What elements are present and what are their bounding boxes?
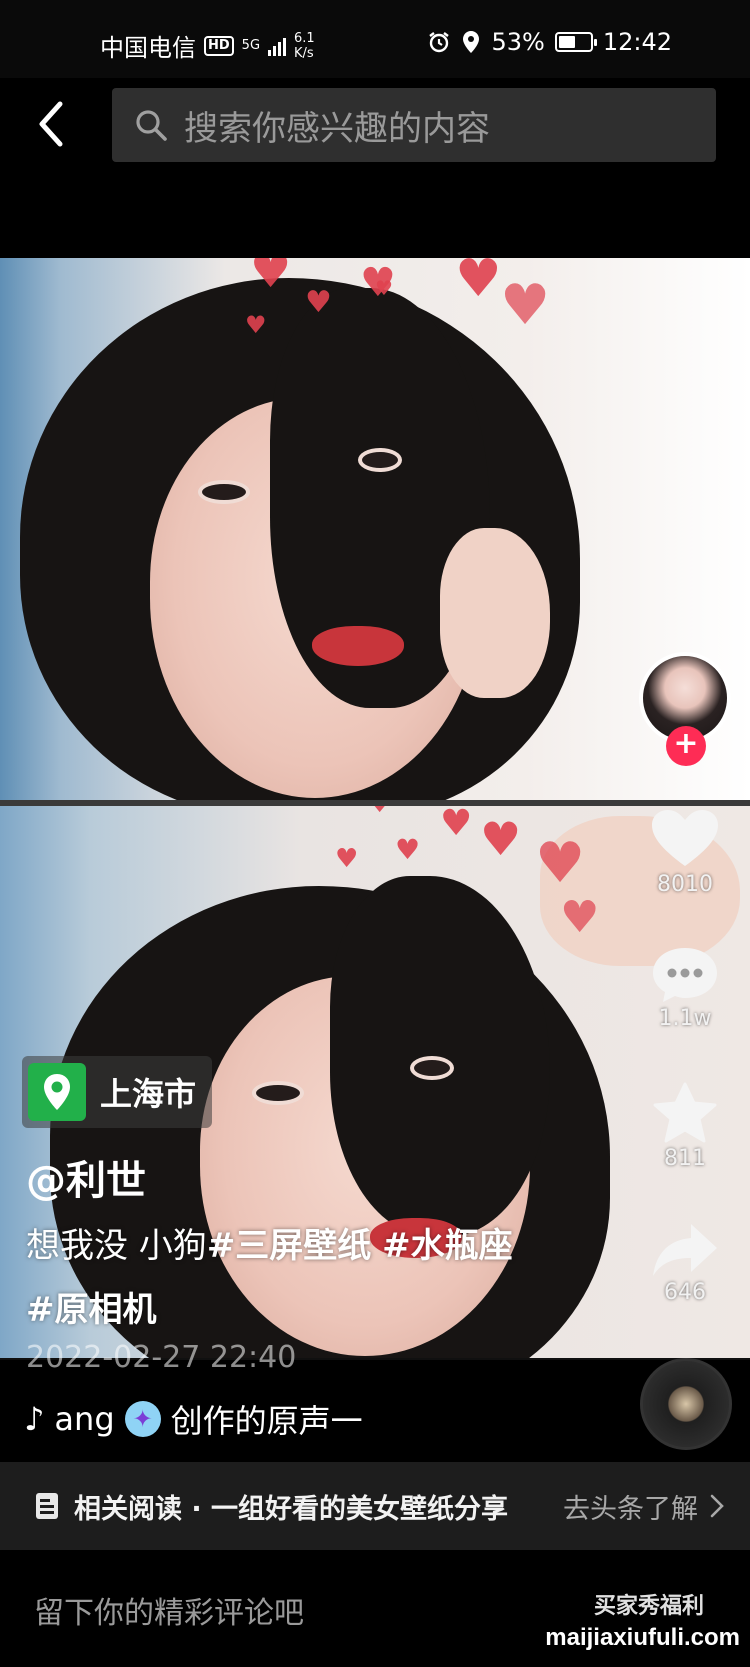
speed-unit: K/s	[294, 45, 314, 61]
hashtag[interactable]: #原相机	[26, 1290, 157, 1330]
status-bar-left: 中国电信 HD 5G 6.1 K/s	[100, 28, 315, 63]
music-note-icon: ♪	[24, 1400, 45, 1438]
comment-count: 1.1w	[658, 1006, 712, 1031]
share-button[interactable]: 646	[640, 1220, 730, 1305]
battery-fill	[558, 36, 575, 48]
search-icon	[136, 110, 167, 141]
related-link-label: 去头条了解	[563, 1493, 698, 1525]
favorite-count: 811	[664, 1146, 706, 1171]
watermark: 买家秀福利 maijiaxiufuli.com	[545, 1588, 740, 1652]
music-info[interactable]: ♪ ang ✦ 创作的原声一	[24, 1396, 363, 1442]
network-speed: 6.1 K/s	[294, 31, 315, 61]
location-status-icon	[463, 31, 480, 53]
chevron-right-icon	[710, 1494, 724, 1518]
author-name[interactable]: @利世	[26, 1148, 146, 1206]
back-arrow-icon	[39, 101, 63, 147]
caption-text: 想我没 小狗	[26, 1226, 207, 1266]
status-bar-right: 53% 12:42	[427, 28, 672, 56]
post-caption: 想我没 小狗#三屏壁纸 #水瓶座 #原相机	[26, 1214, 546, 1342]
battery-percent: 53%	[491, 28, 545, 56]
comment-bar: 留下你的精彩评论吧 买家秀福利 maijiaxiufuli.com	[0, 1550, 750, 1667]
network-type: 5G	[241, 37, 261, 53]
location-name: 上海市	[100, 1075, 197, 1113]
share-count: 646	[664, 1280, 706, 1305]
carrier-name: 中国电信	[100, 34, 196, 62]
like-count: 8010	[657, 872, 713, 897]
speed-value: 6.1	[294, 30, 315, 46]
status-bar: 中国电信 HD 5G 6.1 K/s 53% 12:42	[0, 0, 750, 78]
clock: 12:42	[602, 28, 672, 56]
back-button[interactable]	[28, 96, 76, 152]
comment-button[interactable]: 1.1w	[640, 944, 730, 1031]
music-text-prefix: ang	[54, 1400, 115, 1438]
post-datetime: 2022-02-27 22:40	[26, 1340, 297, 1375]
music-disc[interactable]	[640, 1358, 732, 1450]
heart-icon	[652, 810, 718, 866]
hashtag[interactable]: #三屏壁纸	[207, 1226, 372, 1266]
watermark-url: maijiaxiufuli.com	[545, 1624, 740, 1651]
comment-icon	[653, 948, 717, 1002]
related-link[interactable]: 去头条了解	[563, 1462, 724, 1550]
search-input[interactable]: 搜索你感兴趣的内容	[112, 88, 716, 162]
signal-icon	[268, 36, 287, 56]
location-tag[interactable]: 上海市	[22, 1056, 213, 1128]
related-reading-bar[interactable]: 相关阅读 · 一组好看的美女壁纸分享 去头条了解	[0, 1462, 750, 1550]
watermark-name: 买家秀福利	[593, 1594, 704, 1619]
sparkle-emoji-icon: ✦	[124, 1401, 161, 1437]
document-icon	[36, 1493, 58, 1519]
alarm-icon	[429, 32, 450, 53]
hashtag[interactable]: #水瓶座	[382, 1226, 513, 1266]
star-icon	[653, 1082, 717, 1143]
search-placeholder: 搜索你感兴趣的内容	[184, 108, 490, 149]
music-text-suffix: 创作的原声一	[170, 1402, 363, 1440]
comment-input[interactable]: 留下你的精彩评论吧	[34, 1588, 304, 1632]
share-icon	[653, 1224, 717, 1276]
location-pin-icon	[28, 1063, 86, 1121]
like-button[interactable]: 8010	[640, 808, 730, 897]
favorite-button[interactable]: 811	[640, 1082, 730, 1171]
battery-icon	[554, 32, 597, 52]
follow-button[interactable]: +	[666, 726, 706, 766]
video-frame-top: ♥ ♥ ♥ ♥ ♥ ♥ ♥	[0, 258, 750, 800]
related-title: 相关阅读 · 一组好看的美女壁纸分享	[74, 1493, 509, 1525]
hd-badge: HD	[204, 35, 234, 56]
